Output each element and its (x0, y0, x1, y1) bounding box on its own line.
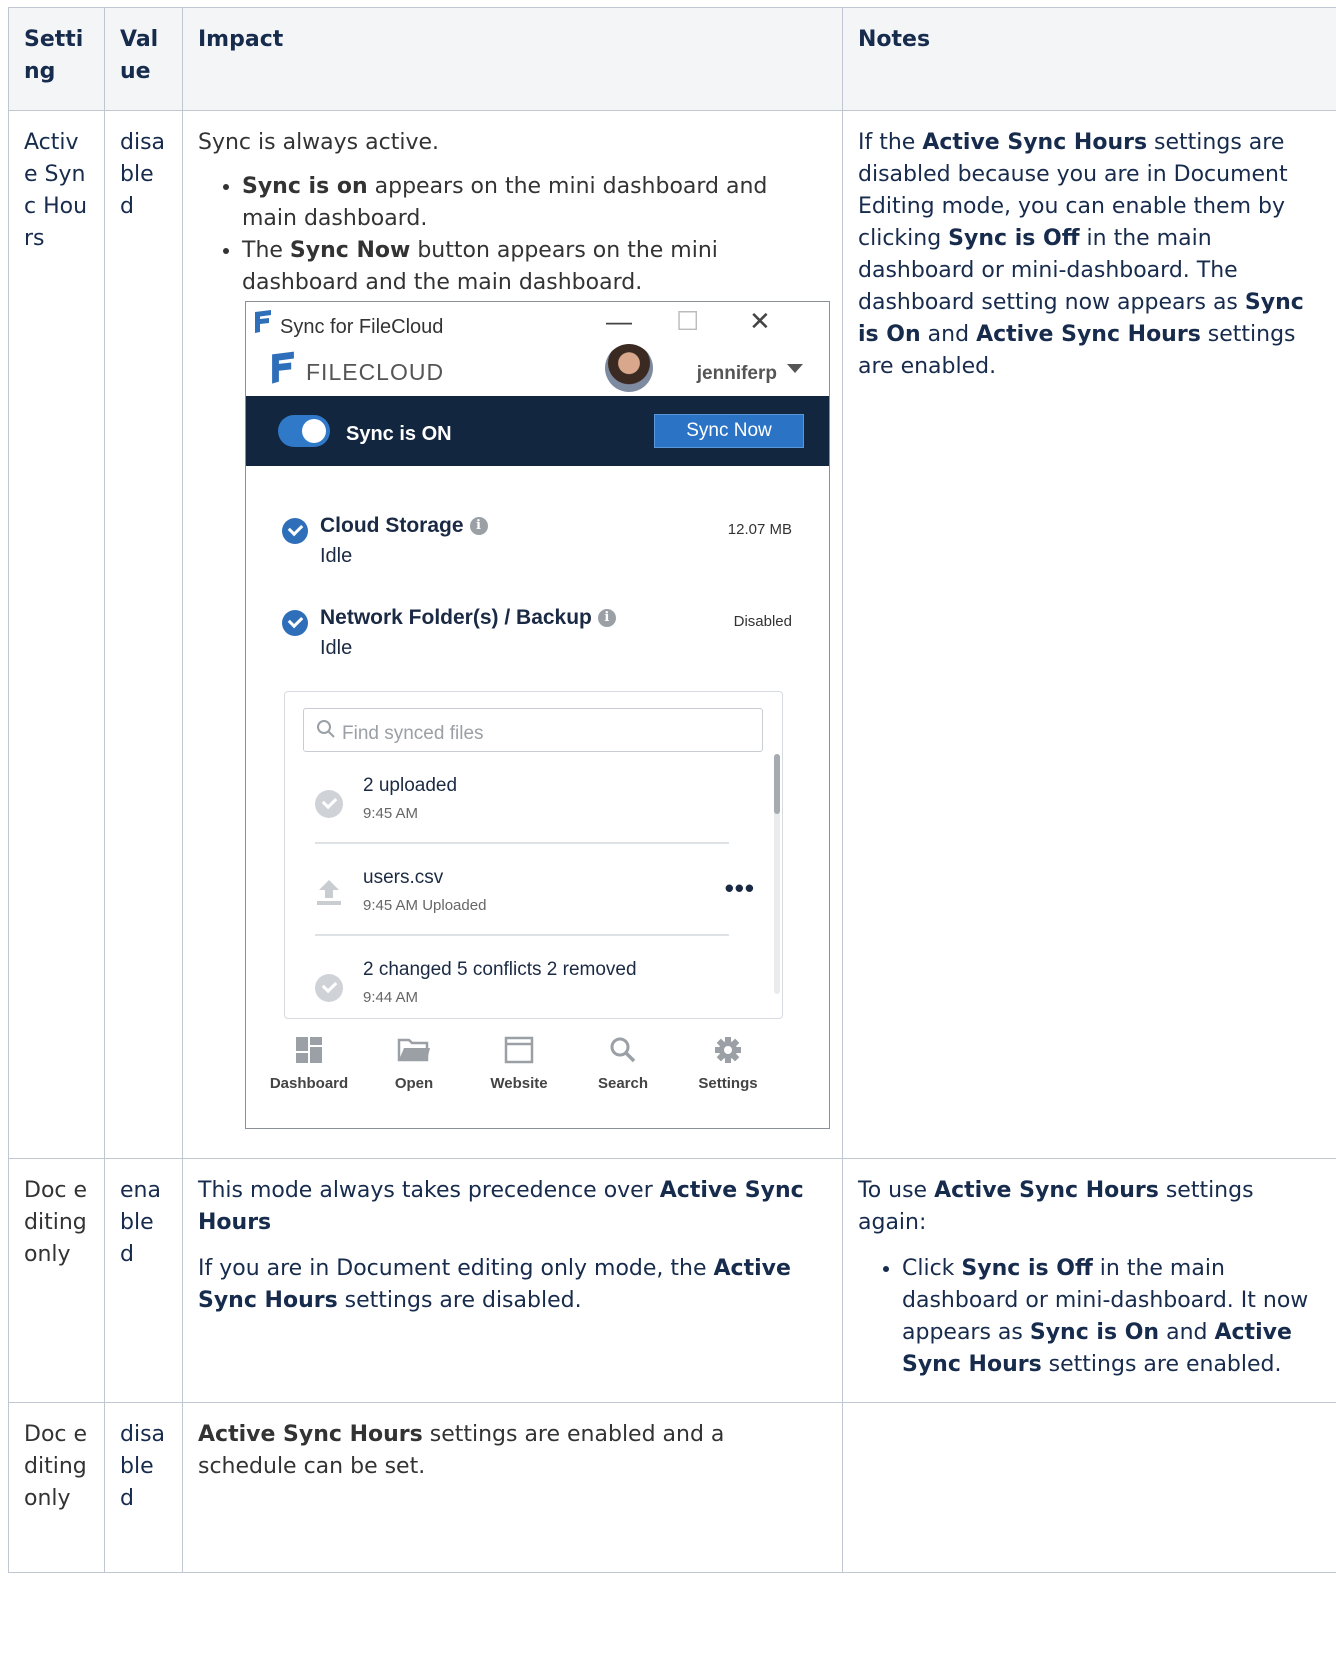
activity-time: 9:45 AM (363, 805, 419, 822)
nav-label: Settings (698, 1075, 758, 1092)
sync-window-screenshot: Sync for FileCloud — ☐ ✕ FILECLOUD jenni… (245, 301, 830, 1129)
header-notes: Notes (842, 7, 1336, 111)
search-icon (610, 1037, 636, 1063)
check-circle-icon (282, 518, 308, 544)
setting-cell: Active Sync Hours (8, 110, 105, 1159)
value-cell: disabled (104, 1402, 183, 1573)
sync-status-label: Sync is ON (346, 423, 452, 445)
activity-time: 9:45 AM Uploaded (363, 897, 487, 914)
folder-icon (397, 1038, 430, 1062)
list-item: The Sync Now button appears on the mini … (242, 235, 827, 299)
check-circle-icon (282, 610, 308, 636)
more-options-icon[interactable]: ••• (725, 872, 755, 904)
caret-down-icon (787, 364, 803, 373)
user-menu[interactable]: jenniferp (603, 344, 803, 396)
maximize-icon[interactable]: ☐ (676, 306, 699, 336)
toggle-knob (302, 419, 326, 443)
storage-size: 12.07 MB (727, 521, 792, 538)
brand-logo: FILECLOUD (268, 350, 443, 390)
header-value: Value (104, 7, 183, 111)
storage-state: Disabled (733, 613, 792, 630)
table-row: Active Sync Hours disabled Sync is alway… (8, 110, 1336, 1159)
scrollbar-thumb[interactable] (774, 754, 780, 814)
nav-label: Open (394, 1075, 434, 1092)
storage-status: Idle (320, 637, 353, 659)
nav-search[interactable]: Search (568, 1036, 678, 1100)
browser-window-icon (504, 1036, 534, 1064)
nav-settings[interactable]: Settings (673, 1036, 783, 1100)
storage-status: Idle (320, 545, 353, 567)
list-item[interactable]: 2 changed 5 conflicts 2 removed 9:44 AM (315, 954, 755, 1018)
notes-cell: If the Active Sync Hours settings are di… (842, 110, 1336, 1159)
divider (315, 934, 729, 936)
sync-status-bar: Sync is ON Sync Now (246, 396, 829, 466)
header-row: Setting Value Impact Notes (8, 7, 1336, 111)
username: jenniferp (696, 363, 777, 384)
bottom-nav: Dashboard Open Website Search Settings (246, 1036, 829, 1106)
dashboard-icon (296, 1037, 322, 1063)
window-title: Sync for FileCloud (280, 316, 444, 338)
nav-open[interactable]: Open (359, 1036, 469, 1100)
minimize-icon[interactable]: — (606, 306, 632, 336)
filecloud-app-icon (252, 310, 274, 343)
list-item[interactable]: 2 uploaded 9:45 AM (315, 770, 755, 860)
list-item: Click Sync is Off in the main dashboard … (902, 1253, 1321, 1381)
header-impact: Impact (182, 7, 843, 111)
setting-cell: Doc editing only (8, 1158, 105, 1403)
settings-table: Setting Value Impact Notes Active Sync H… (8, 7, 1336, 1573)
table-row: Doc editing only enabled This mode alway… (8, 1158, 1336, 1403)
nav-label: Search (597, 1075, 649, 1092)
title-bar: Sync for FileCloud — ☐ ✕ (246, 302, 829, 342)
nav-website[interactable]: Website (464, 1036, 574, 1100)
upload-icon (317, 880, 341, 905)
close-icon[interactable]: ✕ (749, 306, 771, 336)
impact-paragraph: This mode always takes precedence over A… (198, 1178, 804, 1235)
nav-dashboard[interactable]: Dashboard (254, 1036, 364, 1100)
impact-list: Sync is on appears on the mini dashboard… (198, 171, 827, 299)
notes-intro: To use Active Sync Hours settings again: (858, 1178, 1254, 1235)
impact-intro: Sync is always active. (198, 130, 439, 155)
check-circle-icon (315, 974, 343, 1002)
notes-list: Click Sync is Off in the main dashboard … (858, 1253, 1321, 1381)
info-icon[interactable]: i (597, 609, 616, 628)
brand-name: FILECLOUD (306, 359, 445, 385)
notes-cell (842, 1402, 1336, 1573)
nav-label: Dashboard (269, 1075, 349, 1092)
notes-cell: To use Active Sync Hours settings again:… (842, 1158, 1336, 1403)
avatar (605, 344, 653, 392)
search-icon (317, 720, 335, 738)
sync-now-button[interactable]: Sync Now (654, 414, 804, 448)
search-placeholder: Find synced files (342, 723, 484, 744)
gear-icon (715, 1037, 741, 1063)
info-icon[interactable]: i (469, 517, 488, 536)
check-circle-icon (315, 790, 343, 818)
search-input[interactable]: Find synced files (303, 708, 763, 752)
activity-panel: Find synced files 2 uploaded 9:45 AM use… (284, 691, 783, 1019)
sync-toggle[interactable] (278, 415, 330, 447)
list-item[interactable]: users.csv 9:45 AM Uploaded ••• (315, 862, 755, 952)
impact-cell: This mode always takes precedence over A… (182, 1158, 843, 1403)
nav-label: Website (490, 1075, 548, 1092)
value-cell: enabled (104, 1158, 183, 1403)
impact-cell: Sync is always active. Sync is on appear… (182, 110, 843, 1159)
value-cell: disabled (104, 110, 183, 1159)
activity-time: 9:44 AM (363, 989, 419, 1006)
divider (315, 842, 729, 844)
impact-cell: Active Sync Hours settings are enabled a… (182, 1402, 843, 1573)
impact-paragraph: If you are in Document editing only mode… (198, 1256, 791, 1313)
header-setting: Setting (8, 7, 105, 111)
storage-name: Network Folder(s) / Backup i (320, 602, 616, 634)
table-row: Doc editing only disabled Active Sync Ho… (8, 1402, 1336, 1573)
setting-cell: Doc editing only (8, 1402, 105, 1573)
storage-name: Cloud Storage i (320, 510, 488, 542)
list-item: Sync is on appears on the mini dashboard… (242, 171, 827, 235)
